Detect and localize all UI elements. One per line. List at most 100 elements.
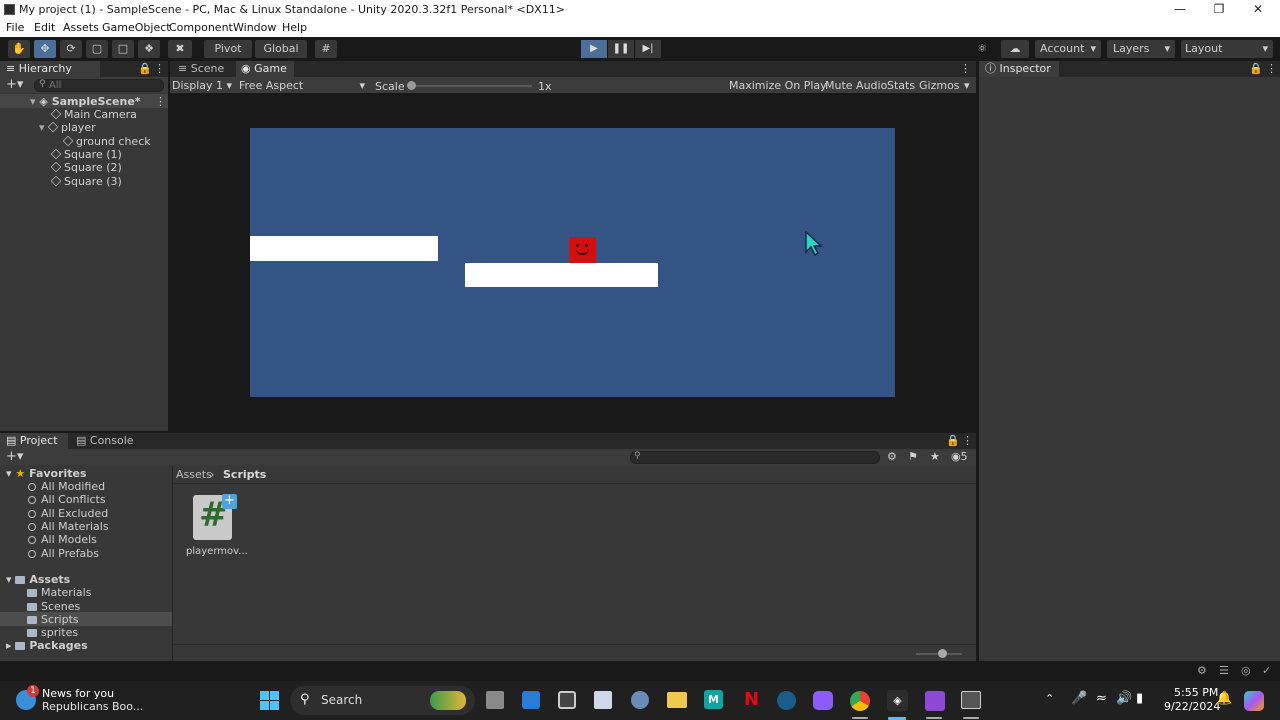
collab-icon[interactable]: ⚛ (970, 40, 994, 58)
add-icon[interactable]: +▾ (6, 449, 23, 464)
transform-tool-icon[interactable]: ❖ (138, 40, 160, 58)
folder-scripts[interactable]: Scripts (27, 613, 79, 626)
scale-slider-thumb[interactable] (407, 81, 416, 90)
filter-type-icon[interactable]: ⚙ (887, 450, 897, 463)
m-app-icon[interactable]: M (704, 690, 723, 709)
microphone-icon[interactable]: 🎤 (1071, 691, 1087, 706)
clock-date[interactable]: 9/22/2024 (1164, 700, 1220, 713)
menu-file[interactable]: File (6, 21, 24, 34)
pause-button[interactable]: ❚❚ (608, 40, 634, 58)
mute-audio-button[interactable]: Mute Audio (825, 79, 887, 92)
favorite-all-models[interactable]: All Models (28, 533, 97, 546)
close-icon[interactable]: ✕ (1238, 0, 1278, 19)
progress-icon[interactable]: ◎ (1241, 664, 1251, 677)
chevron-down-icon[interactable]: ▾ (964, 79, 970, 92)
copilot-icon[interactable] (1244, 691, 1264, 711)
assets-section[interactable]: ▾ Assets (6, 573, 70, 586)
pivot-toggle[interactable]: Pivot (204, 40, 252, 58)
packages-section[interactable]: ▸ Packages (6, 639, 88, 652)
grid-snap-icon[interactable]: # (315, 40, 337, 58)
global-toggle[interactable]: Global (255, 40, 307, 58)
visual-studio-icon[interactable] (925, 691, 945, 711)
favorites-section[interactable]: ▾ ★ Favorites (6, 467, 87, 480)
kebab-menu-icon[interactable]: ⋮ (155, 95, 166, 108)
notepad-icon[interactable] (594, 691, 612, 709)
folder-sprites[interactable]: sprites (27, 626, 78, 639)
news-subtitle[interactable]: Republicans Boo... (42, 700, 143, 713)
tree-item-square-3[interactable]: Square (3) (50, 175, 122, 188)
menu-component[interactable]: Component (169, 21, 233, 34)
breadcrumb-scripts[interactable]: Scripts (223, 468, 266, 481)
tree-item-scene[interactable]: ▾ ◈ SampleScene* (30, 95, 141, 108)
clock-time[interactable]: 5:55 PM (1174, 686, 1218, 699)
check-icon[interactable]: ✓ (1262, 664, 1271, 677)
taskbar-search-box[interactable]: ⚲ Search (290, 686, 475, 715)
menu-edit[interactable]: Edit (34, 21, 55, 34)
stack-icon[interactable]: ☰ (1219, 664, 1229, 677)
step-button[interactable]: ▶| (635, 40, 661, 58)
news-title[interactable]: News for you (42, 687, 114, 700)
stats-button[interactable]: Stats (887, 79, 915, 92)
unity-hub-icon[interactable] (558, 691, 576, 709)
chevron-up-icon[interactable]: ⌃ (1045, 692, 1054, 705)
tree-item-square-2[interactable]: Square (2) (50, 161, 122, 174)
kebab-menu-icon[interactable]: ⋮ (1266, 62, 1277, 75)
windows-start-icon[interactable] (260, 691, 279, 710)
tree-item-ground-check[interactable]: ground check (62, 135, 151, 148)
chrome-icon[interactable] (850, 691, 870, 711)
layout-dropdown[interactable]: Layout ▾ (1181, 40, 1273, 58)
scale-tool-icon[interactable]: ▢ (86, 40, 108, 58)
cloud-icon[interactable]: ☁ (1001, 40, 1029, 58)
steam-icon[interactable] (777, 691, 796, 710)
layers-dropdown[interactable]: Layers ▾ (1107, 40, 1175, 58)
hand-tool-icon[interactable]: ✋ (8, 40, 30, 58)
label-tag-icon[interactable]: ⚑ (908, 450, 918, 463)
file-explorer-icon[interactable] (667, 692, 687, 708)
rotate-tool-icon[interactable]: ⟳ (60, 40, 82, 58)
chat-app-icon[interactable] (813, 691, 833, 710)
tab-scene[interactable]: ≡ Scene (172, 61, 234, 77)
maximize-on-play-button[interactable]: Maximize On Play (729, 79, 827, 92)
bug-icon[interactable]: ⚙ (1197, 664, 1207, 677)
move-tool-icon[interactable]: ✥ (34, 40, 56, 58)
kebab-menu-icon[interactable]: ⋮ (154, 62, 165, 75)
tree-item-main-camera[interactable]: Main Camera (50, 108, 137, 121)
asset-file-item[interactable]: # + playermov... (186, 494, 248, 559)
folder-materials[interactable]: Materials (27, 586, 91, 599)
lock-icon[interactable]: 🔒 (138, 62, 152, 75)
favorite-all-conflicts[interactable]: All Conflicts (28, 493, 106, 506)
menu-window[interactable]: Window (233, 21, 276, 34)
hidden-packages-icon[interactable]: ◉5 (951, 450, 968, 463)
tab-game[interactable]: ◉ Game (236, 61, 294, 77)
breadcrumb-assets[interactable]: Assets (176, 468, 212, 481)
volume-icon[interactable]: 🔊 (1116, 691, 1132, 706)
custom-tool-icon[interactable]: ✖ (168, 40, 192, 58)
rect-tool-icon[interactable]: □ (112, 40, 134, 58)
favorite-all-excluded[interactable]: All Excluded (28, 507, 108, 520)
maximize-icon[interactable]: ❐ (1199, 0, 1239, 19)
project-search-input[interactable] (630, 451, 880, 464)
menu-help[interactable]: Help (282, 21, 307, 34)
snipping-tool-icon[interactable] (961, 691, 981, 709)
tab-inspector[interactable]: ⓘ Inspector (979, 61, 1059, 77)
lock-icon[interactable]: 🔒 (946, 434, 960, 447)
settings-gear-icon[interactable] (631, 691, 649, 709)
tree-item-square-1[interactable]: Square (1) (50, 148, 122, 161)
menu-gameobject[interactable]: GameObject (102, 21, 171, 34)
zoom-slider-thumb[interactable] (938, 649, 947, 658)
play-button[interactable]: ▶ (581, 40, 607, 58)
display-dropdown[interactable]: Display 1 ▾ (172, 79, 232, 92)
lock-icon[interactable]: 🔒 (1249, 62, 1263, 75)
task-view-icon[interactable] (486, 691, 504, 709)
kebab-menu-icon[interactable]: ⋮ (962, 434, 973, 447)
tree-item-player[interactable]: ▾ player (39, 121, 96, 134)
microsoft-store-icon[interactable] (522, 691, 540, 709)
battery-icon[interactable]: ▮ (1136, 691, 1143, 706)
netflix-icon[interactable]: N (744, 690, 759, 710)
favorite-all-modified[interactable]: All Modified (28, 480, 105, 493)
gizmos-button[interactable]: Gizmos (919, 79, 960, 92)
menu-assets[interactable]: Assets (63, 21, 99, 34)
favorite-all-prefabs[interactable]: All Prefabs (28, 547, 99, 560)
notification-bell-icon[interactable]: 🔔 (1216, 691, 1232, 706)
kebab-menu-icon[interactable]: ⋮ (960, 62, 971, 75)
